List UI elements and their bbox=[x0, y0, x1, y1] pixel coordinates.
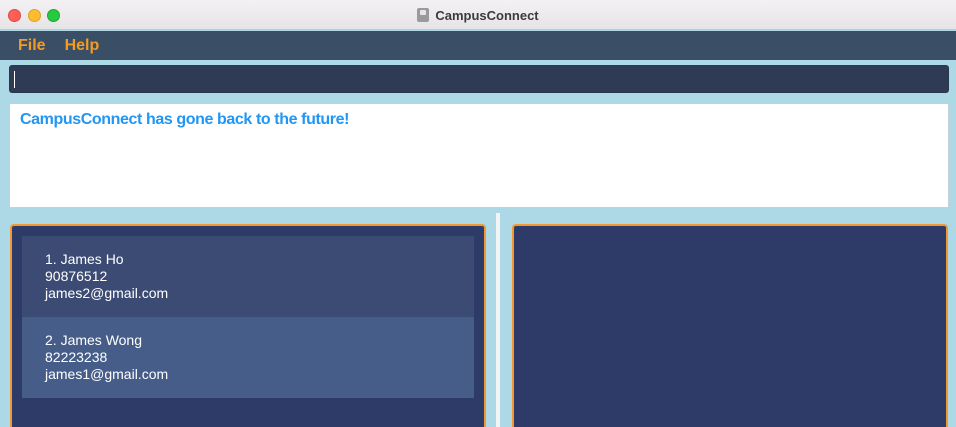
person-card[interactable]: 2. James Wong 82223238 james1@gmail.com bbox=[22, 317, 474, 398]
result-display: CampusConnect has gone back to the futur… bbox=[9, 103, 949, 208]
menu-bar: File Help bbox=[0, 31, 956, 60]
person-email: james1@gmail.com bbox=[45, 366, 169, 382]
person-email: james2@gmail.com bbox=[45, 285, 169, 301]
person-list-panel[interactable]: 1. James Ho 90876512 james2@gmail.com 2.… bbox=[10, 224, 486, 427]
result-message: CampusConnect has gone back to the futur… bbox=[20, 111, 350, 128]
split-pane-divider[interactable] bbox=[496, 213, 500, 427]
person-phone: 82223238 bbox=[45, 349, 108, 365]
person-name: 2. James Wong bbox=[45, 332, 143, 348]
person-name: 1. James Ho bbox=[45, 251, 124, 267]
title-group: CampusConnect bbox=[0, 0, 956, 30]
command-box[interactable] bbox=[9, 65, 949, 93]
menu-help[interactable]: Help bbox=[65, 37, 100, 55]
command-input[interactable] bbox=[10, 66, 948, 92]
text-caret bbox=[14, 71, 15, 88]
window-title: CampusConnect bbox=[435, 7, 539, 23]
menu-file[interactable]: File bbox=[18, 37, 46, 55]
person-detail-panel bbox=[512, 224, 948, 427]
app-window-icon bbox=[417, 8, 430, 22]
app-window: CampusConnect File Help CampusConnect ha… bbox=[0, 0, 956, 427]
title-bar: CampusConnect bbox=[0, 0, 956, 30]
person-phone: 90876512 bbox=[45, 268, 108, 284]
person-card[interactable]: 1. James Ho 90876512 james2@gmail.com bbox=[22, 236, 474, 317]
